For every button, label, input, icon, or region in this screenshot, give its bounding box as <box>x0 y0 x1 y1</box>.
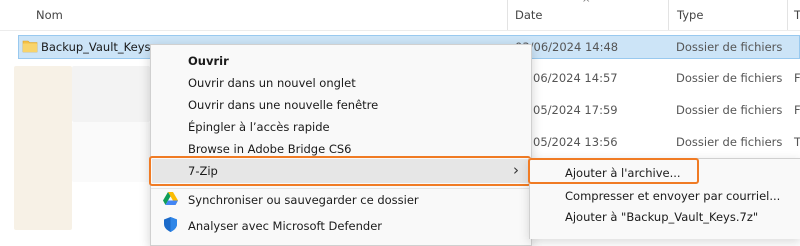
menu-item-open-new-tab[interactable]: Ouvrir dans un nouvel onglet <box>188 76 356 90</box>
file-size: F <box>794 103 800 117</box>
file-date: 05/2024 13:56 <box>533 135 618 149</box>
column-header-type[interactable]: Type <box>677 8 703 22</box>
column-header-name[interactable]: Nom <box>36 8 63 22</box>
menu-item-adobe-bridge[interactable]: Browse in Adobe Bridge CS6 <box>188 142 352 156</box>
folder-icon <box>22 40 38 53</box>
file-date: 06/2024 14:57 <box>533 71 618 85</box>
file-type: Dossier de fichiers <box>676 71 783 85</box>
file-type: Dossier de fichiers <box>676 40 783 54</box>
context-menu: Ouvrir Ouvrir dans un nouvel onglet Ouvr… <box>150 44 532 246</box>
redacted-area <box>72 66 150 122</box>
menu-item-open[interactable]: Ouvrir <box>188 54 229 68</box>
file-name[interactable]: Backup_Vault_Keys <box>41 40 151 54</box>
file-type: Dossier de fichiers <box>676 135 783 149</box>
menu-item-open-new-window[interactable]: Ouvrir dans une nouvelle fenêtre <box>188 98 378 112</box>
google-drive-icon <box>163 192 178 205</box>
menu-item-pin-quick-access[interactable]: Épingler à l’accès rapide <box>188 120 330 134</box>
redacted-area <box>14 66 72 230</box>
header-divider <box>0 30 800 31</box>
menu-item-defender-scan[interactable]: Analyser avec Microsoft Defender <box>188 219 382 233</box>
sort-ascending-icon: ^ <box>582 0 591 9</box>
menu-divider <box>151 188 531 189</box>
column-header-size[interactable]: T <box>794 8 800 22</box>
submenu-item-compress-email[interactable]: Compresser et envoyer par courriel... <box>565 189 780 203</box>
defender-shield-icon <box>164 217 177 232</box>
file-date: 05/2024 17:59 <box>533 103 618 117</box>
column-header-date[interactable]: Date <box>515 8 543 22</box>
redacted-area <box>72 122 150 182</box>
menu-item-sync-backup[interactable]: Synchroniser ou sauvegarder ce dossier <box>188 193 419 207</box>
column-separator[interactable] <box>507 0 508 30</box>
highlight-add-archive-box <box>528 158 699 184</box>
submenu-item-add-to-7z[interactable]: Ajouter à "Backup_Vault_Keys.7z" <box>565 210 758 224</box>
highlight-7zip-box <box>149 156 531 186</box>
column-separator[interactable] <box>787 0 788 30</box>
column-separator[interactable] <box>668 0 669 30</box>
file-size: T <box>794 135 800 149</box>
file-type: Dossier de fichiers <box>676 103 783 117</box>
file-size: F <box>794 71 800 85</box>
